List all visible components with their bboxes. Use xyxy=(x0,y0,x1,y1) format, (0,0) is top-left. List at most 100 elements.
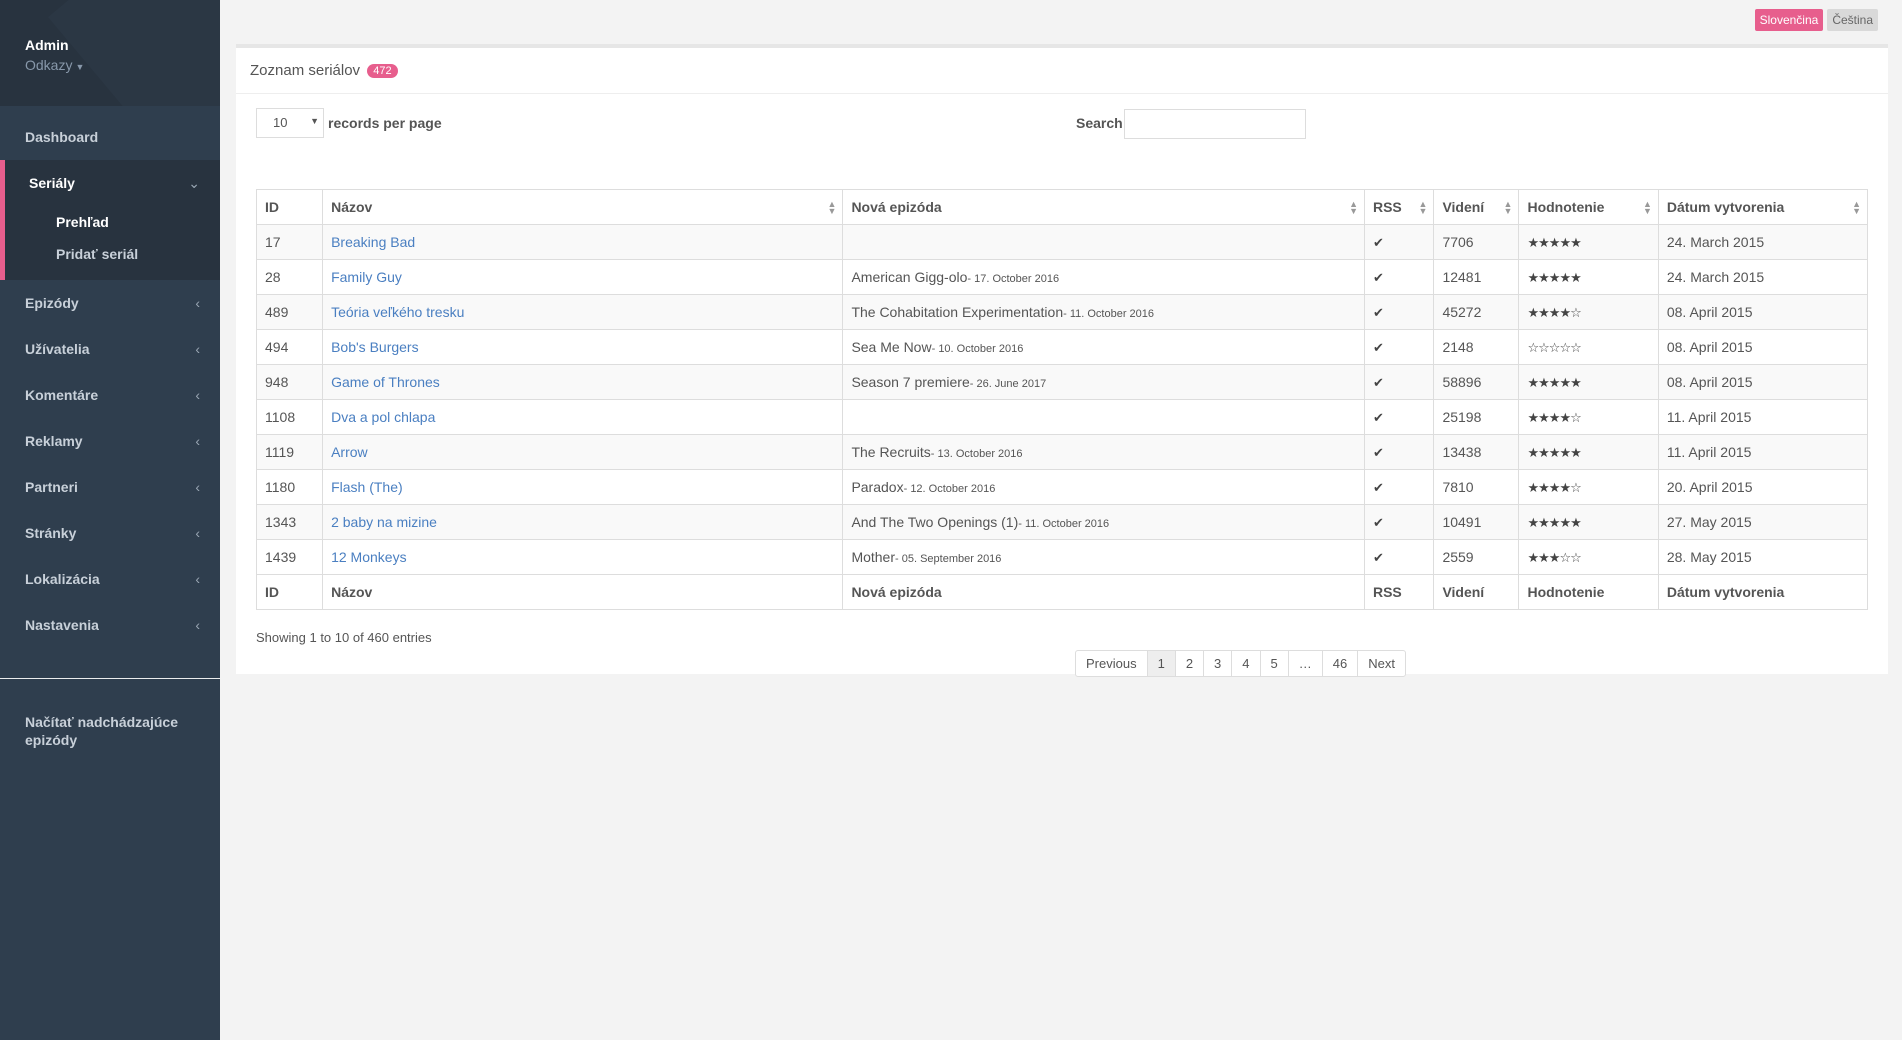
cell-created: 08. April 2015 xyxy=(1657,364,1869,400)
star-filled-icon: ★ xyxy=(1527,304,1539,320)
star-filled-icon: ★ xyxy=(1538,444,1550,460)
table-controls: 10 ▼ records per page Search: xyxy=(236,94,1888,146)
cell-created: 27. May 2015 xyxy=(1657,504,1869,540)
star-filled-icon: ★ xyxy=(1527,444,1539,460)
dropdown-arrow-icon: ▼ xyxy=(310,116,319,126)
sidebar-item-reklamy[interactable]: Reklamy ‹ xyxy=(0,418,220,464)
column-header-label: Nová epizóda xyxy=(851,199,942,215)
rating-stars: ☆☆☆☆☆ xyxy=(1527,339,1581,355)
table-row: 1343 2 baby na mizine And The Two Openings… xyxy=(255,504,1869,540)
column-header[interactable]: Dátum vytvorenia ▲ ▼ xyxy=(1657,189,1869,225)
page-button[interactable]: 4 xyxy=(1231,650,1261,677)
sidebar-item-lokalizacia[interactable]: Lokalizácia ‹ xyxy=(0,556,220,602)
series-link[interactable]: Dva a pol chlapa xyxy=(331,409,435,425)
episode-title: Sea Me Now xyxy=(851,339,932,355)
star-filled-icon: ★ xyxy=(1538,479,1550,495)
table-row: 489 Teória veľkého tresku The Cohabitation… xyxy=(255,294,1869,330)
sidebar-subitem-pridat-serial[interactable]: Pridať seriál xyxy=(5,238,220,270)
rating-stars: ★★★★★ xyxy=(1527,234,1581,250)
series-link[interactable]: Family Guy xyxy=(331,269,402,285)
series-link[interactable]: 12 Monkeys xyxy=(331,549,406,565)
star-filled-icon: ★ xyxy=(1527,409,1539,425)
star-filled-icon: ★ xyxy=(1570,514,1582,530)
sidebar-item-epizody[interactable]: Epizódy ‹ xyxy=(0,280,220,326)
series-link[interactable]: Arrow xyxy=(331,444,368,460)
chevron-left-icon: ‹ xyxy=(195,617,200,633)
star-filled-icon: ★ xyxy=(1570,374,1582,390)
column-header[interactable]: Hodnotenie ▲ ▼ xyxy=(1518,189,1659,225)
cell-rating: ★★★★★ xyxy=(1518,224,1659,260)
column-header[interactable]: Videní ▲ ▼ xyxy=(1433,189,1520,225)
records-per-page-select[interactable]: 10 ▼ xyxy=(256,108,324,138)
lang-cestina-button[interactable]: Čeština xyxy=(1827,9,1878,31)
star-filled-icon: ★ xyxy=(1548,444,1561,460)
sidebar-item-nastavenia[interactable]: Nastavenia ‹ xyxy=(0,602,220,648)
rating-stars: ★★★★★ xyxy=(1527,269,1582,285)
star-filled-icon: ★ xyxy=(1527,514,1539,530)
cell-views: 13438 xyxy=(1433,434,1520,470)
sidebar-item-serialy[interactable]: Seriály ⌄ xyxy=(5,160,220,206)
cell-name: Bob's Burgers xyxy=(322,329,844,365)
sidebar-item-partneri[interactable]: Partneri ‹ xyxy=(0,464,220,510)
check-icon: ✔ xyxy=(1372,339,1384,355)
series-link[interactable]: Game of Thrones xyxy=(331,374,440,390)
cell-rating: ★★★☆☆ xyxy=(1518,539,1659,575)
star-empty-icon: ☆ xyxy=(1570,549,1582,565)
cell-created: 24. March 2015 xyxy=(1657,259,1869,295)
load-upcoming-episodes-link[interactable]: Načítať nadchádzajúce epizódy xyxy=(0,679,220,749)
star-filled-icon: ★ xyxy=(1548,304,1561,320)
star-filled-icon: ★ xyxy=(1527,234,1539,250)
sidebar-item-label: Reklamy xyxy=(25,433,83,449)
sidebar-item-stranky[interactable]: Stránky ‹ xyxy=(0,510,220,556)
previous-page-button[interactable]: Previous xyxy=(1075,650,1148,677)
series-link[interactable]: Bob's Burgers xyxy=(331,339,419,355)
star-filled-icon: ★ xyxy=(1570,444,1582,460)
sidebar-item-label: Lokalizácia xyxy=(25,571,100,587)
cell-id: 1108 xyxy=(255,399,324,435)
cell-new-episode: The Cohabitation Experimentation- 11. Oc… xyxy=(842,294,1365,330)
sort-icon: ▲ ▼ xyxy=(827,199,837,216)
cell-id: 1119 xyxy=(255,434,324,470)
sidebar-subitem-prehlad[interactable]: Prehľad xyxy=(5,206,220,238)
page-button[interactable]: 5 xyxy=(1259,650,1289,677)
star-filled-icon: ★ xyxy=(1559,304,1571,320)
page-button[interactable]: 1 xyxy=(1146,650,1176,677)
user-links-dropdown[interactable]: Odkazy ▼ xyxy=(25,57,220,73)
column-header-label: ID xyxy=(265,199,279,215)
column-header[interactable]: Nová epizóda ▲ ▼ xyxy=(842,189,1365,225)
star-filled-icon: ★ xyxy=(1570,269,1582,285)
episode-title: And The Two Openings (1) xyxy=(851,514,1019,530)
star-empty-icon: ☆ xyxy=(1559,339,1571,355)
column-footer: ID xyxy=(255,574,324,610)
search-input[interactable] xyxy=(1124,109,1306,139)
column-header[interactable]: Názov ▲ ▼ xyxy=(322,189,844,225)
star-filled-icon: ★ xyxy=(1527,374,1539,390)
cell-views: 25198 xyxy=(1433,399,1520,435)
column-header[interactable]: RSS ▲ ▼ xyxy=(1363,189,1435,225)
series-link[interactable]: 2 baby na mizine xyxy=(331,514,437,530)
sidebar-item-dashboard[interactable]: Dashboard xyxy=(0,114,220,160)
sort-icon: ▲ ▼ xyxy=(1642,199,1652,216)
series-link[interactable]: Breaking Bad xyxy=(331,234,415,250)
star-empty-icon: ☆ xyxy=(1570,304,1582,320)
check-icon: ✔ xyxy=(1372,234,1384,250)
column-header[interactable]: ID xyxy=(255,189,324,225)
star-empty-icon: ☆ xyxy=(1538,339,1550,355)
page-button[interactable]: 3 xyxy=(1203,650,1233,677)
series-link[interactable]: Flash (The) xyxy=(331,479,403,495)
page-button[interactable]: 46 xyxy=(1321,650,1359,677)
lang-slovencina-button[interactable]: Slovenčina xyxy=(1754,9,1824,31)
page-button[interactable]: 2 xyxy=(1174,650,1205,677)
table-info: Showing 1 to 10 of 460 entries xyxy=(256,630,432,645)
chevron-left-icon: ‹ xyxy=(195,341,200,357)
sidebar-item-label: Užívatelia xyxy=(25,341,90,357)
cell-name: Flash (The) xyxy=(322,469,844,505)
cell-new-episode xyxy=(842,224,1365,260)
series-link[interactable]: Teória veľkého tresku xyxy=(331,304,464,320)
sidebar-item-komentare[interactable]: Komentáre ‹ xyxy=(0,372,220,418)
cell-views: 10491 xyxy=(1433,504,1520,540)
cell-new-episode: Sea Me Now- 10. October 2016 xyxy=(842,329,1365,365)
sidebar-group-serialy: Seriály ⌄ Prehľad Pridať seriál xyxy=(0,160,220,280)
sidebar-item-uzivatelia[interactable]: Užívatelia ‹ xyxy=(0,326,220,372)
next-page-button[interactable]: Next xyxy=(1357,650,1406,677)
